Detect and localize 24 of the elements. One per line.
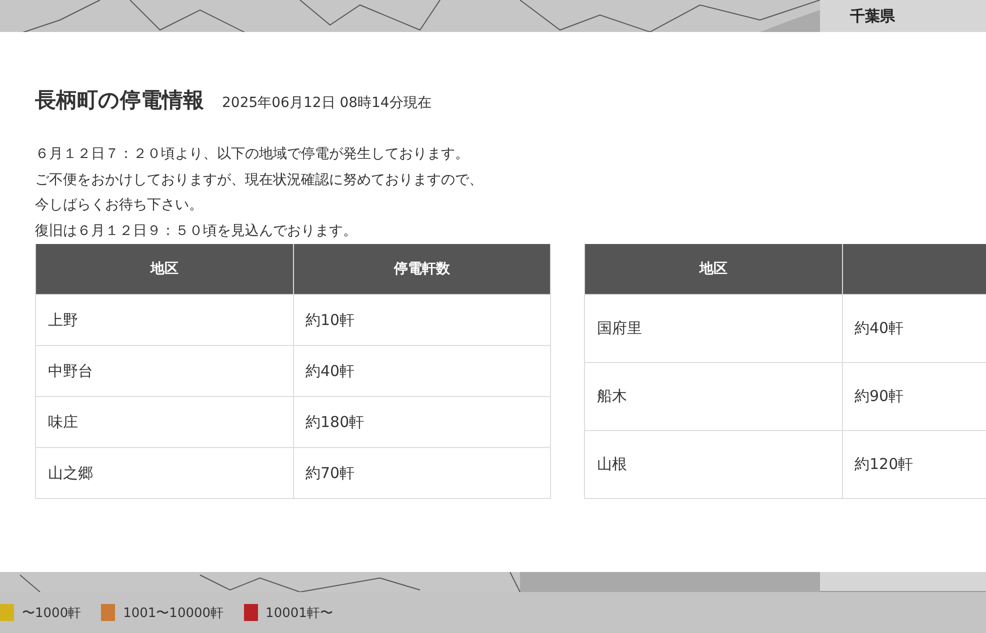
table-cell: 味庄	[36, 396, 293, 448]
dialog-title: 長柄町の停電情報	[35, 87, 204, 114]
legend-label: 10001軒〜	[266, 604, 333, 622]
notice-text: 復旧は６月１２日９：５０頃を見込んでおります。	[35, 222, 358, 240]
table-cell: 山之郷	[36, 448, 293, 498]
table-cell: 約70軒	[293, 448, 550, 498]
column-header: 地区	[584, 244, 842, 294]
table-cell: 約180軒	[293, 396, 550, 448]
table-cell: 上野	[36, 294, 293, 346]
timestamp: 2025年06月12日 08時14分現在	[222, 94, 432, 112]
notice-text: ６月１２日７：２０頃より、以下の地域で停電が発生しております。	[35, 145, 470, 164]
notice-text: 今しばらくお待ち下さい。	[35, 196, 204, 215]
table-cell: 約40軒	[293, 346, 550, 396]
column-header: 地区	[36, 244, 293, 294]
table-cell: 中野台	[36, 346, 293, 396]
table-cell: 山根	[584, 430, 842, 498]
legend-label: 〜1000軒	[22, 604, 82, 622]
panel-title: 千葉県	[850, 7, 895, 25]
table-cell: 約10軒	[293, 294, 550, 346]
legend-label: 1001〜10000軒	[123, 604, 224, 622]
table-cell: 船木	[584, 362, 842, 430]
table-cell: 国府里	[584, 294, 842, 362]
notice-text: ご不便をおかけしておりますが、現在状況確認に努めておりますので、	[35, 170, 484, 190]
column-header: 停電軒数	[293, 244, 550, 294]
